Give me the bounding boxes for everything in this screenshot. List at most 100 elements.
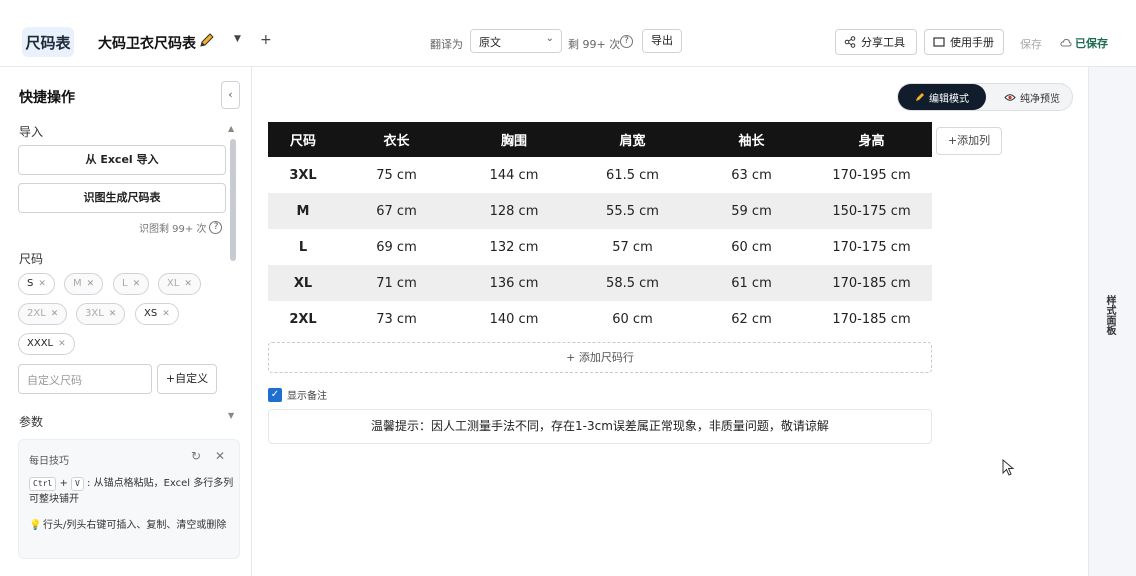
table-row: M 67 cm 128 cm 55.5 cm 59 cm 150-175 cm <box>268 193 932 229</box>
table-cell[interactable]: 2XL <box>268 301 338 337</box>
table-cell[interactable]: 170-185 cm <box>811 265 932 301</box>
column-header[interactable]: 尺码 <box>268 122 338 157</box>
table-cell[interactable]: 71 cm <box>338 265 455 301</box>
collapse-sidebar-button[interactable]: ‹ <box>221 81 240 109</box>
table-cell[interactable]: 136 cm <box>455 265 573 301</box>
daily-tip-card: 每日技巧 ↻ ✕ Ctrl + V : 从锚点格粘贴，Excel 多行多列可整块… <box>18 439 240 559</box>
close-icon[interactable]: ✕ <box>109 304 117 324</box>
scroll-up-icon[interactable]: ▲ <box>228 124 234 133</box>
column-header[interactable]: 衣长 <box>338 122 455 157</box>
table-cell[interactable]: 170-185 cm <box>811 301 932 337</box>
chevron-down-icon[interactable]: ▼ <box>234 34 241 44</box>
table-cell[interactable]: 144 cm <box>455 157 573 193</box>
size-chip-3xl[interactable]: 3XL ✕ <box>76 303 126 325</box>
table-cell[interactable]: 62 cm <box>692 301 811 337</box>
chip-label: M <box>73 278 82 289</box>
size-chip-xs[interactable]: XS ✕ <box>135 303 179 325</box>
table-cell[interactable]: 73 cm <box>338 301 455 337</box>
v-key: V <box>71 477 84 491</box>
help-icon[interactable]: ? <box>209 221 223 234</box>
export-button[interactable]: 导出 <box>642 29 682 53</box>
table-cell[interactable]: 132 cm <box>455 229 573 265</box>
ocr-generate-button[interactable]: 识图生成尺码表 <box>18 183 226 213</box>
table-cell[interactable]: 57 cm <box>573 229 692 265</box>
close-icon[interactable]: ✕ <box>87 274 95 294</box>
column-header[interactable]: 身高 <box>811 122 932 157</box>
language-selected: 原文 <box>479 36 501 49</box>
book-icon <box>933 37 945 47</box>
plus-sign: + <box>59 478 68 489</box>
column-header[interactable]: 袖长 <box>692 122 811 157</box>
table-cell[interactable]: 59 cm <box>692 193 811 229</box>
table-cell[interactable]: M <box>268 193 338 229</box>
mouse-cursor-icon <box>1002 459 1015 476</box>
add-size-row-button[interactable]: + 添加尺码行 <box>268 342 932 373</box>
close-icon[interactable]: ✕ <box>215 449 225 463</box>
table-cell[interactable]: 63 cm <box>692 157 811 193</box>
language-select[interactable]: 原文 ⌄ <box>470 29 562 53</box>
close-icon[interactable]: ✕ <box>58 334 66 354</box>
size-chip-l[interactable]: L ✕ <box>113 273 150 295</box>
sidebar-scrollbar[interactable] <box>230 139 236 261</box>
translate-remaining: 剩 99+ 次 <box>568 38 621 51</box>
add-custom-size-button[interactable]: +自定义 <box>157 364 217 394</box>
close-icon[interactable]: ✕ <box>184 274 192 294</box>
column-header[interactable]: 肩宽 <box>573 122 692 157</box>
app-logo[interactable]: 尺码表 <box>22 27 74 57</box>
show-notes-label: 显示备注 <box>287 391 327 402</box>
edit-mode-label: 编辑模式 <box>929 93 969 105</box>
close-icon[interactable]: ✕ <box>38 274 46 294</box>
table-cell[interactable]: 128 cm <box>455 193 573 229</box>
custom-size-input[interactable]: 自定义尺码 <box>18 364 152 394</box>
show-notes-toggle[interactable]: ✓ 显示备注 <box>268 387 327 402</box>
table-cell[interactable]: 61 cm <box>692 265 811 301</box>
size-table: 尺码 衣长 胸围 肩宽 袖长 身高 3XL 75 cm 144 cm 61.5 … <box>268 122 932 337</box>
excel-import-button[interactable]: 从 Excel 导入 <box>18 145 226 175</box>
check-icon[interactable]: ✓ <box>268 387 282 402</box>
close-icon[interactable]: ✕ <box>162 304 170 324</box>
tip-line-2: 行头/列头右键可插入、复制、清空或删除 <box>43 520 227 531</box>
table-cell[interactable]: L <box>268 229 338 265</box>
size-chip-m[interactable]: M ✕ <box>64 273 104 295</box>
table-cell[interactable]: 60 cm <box>692 229 811 265</box>
tip-text-2: 💡 行头/列头右键可插入、复制、清空或删除 <box>29 518 235 534</box>
style-panel[interactable]: 样式面板 <box>1088 67 1136 576</box>
close-icon[interactable]: ✕ <box>133 274 141 294</box>
document-title[interactable]: 大码卫衣尺码表 <box>98 33 196 53</box>
table-cell[interactable]: 140 cm <box>455 301 573 337</box>
add-column-button[interactable]: +添加列 <box>936 127 1002 155</box>
table-cell[interactable]: 170-175 cm <box>811 229 932 265</box>
close-icon[interactable]: ✕ <box>51 304 59 324</box>
size-chip-s[interactable]: S ✕ <box>18 273 55 295</box>
help-icon[interactable]: ? <box>620 35 633 48</box>
table-cell[interactable]: 69 cm <box>338 229 455 265</box>
table-cell[interactable]: 58.5 cm <box>573 265 692 301</box>
table-cell[interactable]: 170-195 cm <box>811 157 932 193</box>
add-tab-button[interactable]: + <box>260 32 272 48</box>
manual-button[interactable]: 使用手册 <box>924 29 1004 55</box>
manual-label: 使用手册 <box>950 36 994 49</box>
notes-field[interactable]: 温馨提示：因人工测量手法不同，存在1-3cm误差属正常现象，非质量问题，敬请谅解 <box>268 409 932 444</box>
table-cell[interactable]: 61.5 cm <box>573 157 692 193</box>
column-header[interactable]: 胸围 <box>455 122 573 157</box>
table-cell[interactable]: 150-175 cm <box>811 193 932 229</box>
size-chip-2xl[interactable]: 2XL ✕ <box>18 303 68 325</box>
table-cell[interactable]: XL <box>268 265 338 301</box>
preview-mode-button[interactable]: 纯净预览 <box>990 84 1074 110</box>
size-chip-xl[interactable]: XL ✕ <box>158 273 201 295</box>
pencil-icon[interactable] <box>198 31 216 49</box>
mode-toggle[interactable]: 编辑模式 纯净预览 <box>897 83 1073 111</box>
scroll-down-icon[interactable]: ▼ <box>228 411 234 420</box>
table-cell[interactable]: 3XL <box>268 157 338 193</box>
share-button[interactable]: 分享工具 <box>835 29 917 55</box>
lightbulb-icon: 💡 <box>29 520 42 531</box>
table-cell[interactable]: 67 cm <box>338 193 455 229</box>
edit-mode-button[interactable]: 编辑模式 <box>898 84 986 110</box>
table-cell[interactable]: 75 cm <box>338 157 455 193</box>
refresh-icon[interactable]: ↻ <box>191 449 201 463</box>
table-cell[interactable]: 55.5 cm <box>573 193 692 229</box>
save-button[interactable]: 保存 <box>1020 36 1042 52</box>
table-cell[interactable]: 60 cm <box>573 301 692 337</box>
size-chip-xxxl[interactable]: XXXL ✕ <box>18 333 75 355</box>
style-panel-label[interactable]: 样式面板 <box>1101 295 1115 335</box>
